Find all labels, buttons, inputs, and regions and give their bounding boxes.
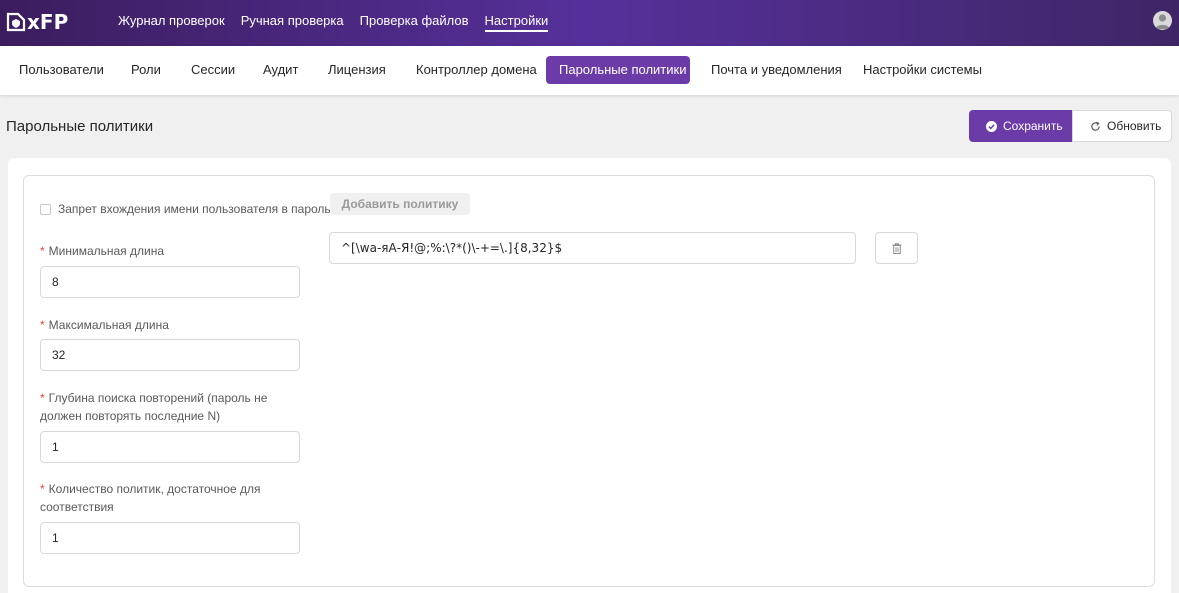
page-title: Парольные политики <box>6 118 154 135</box>
topnav-item-check-log[interactable]: Журнал проверок <box>118 0 225 46</box>
tab-password-policies[interactable]: Парольные политики <box>546 56 690 84</box>
username-ban-checkbox-row[interactable]: Запрет вхождения имени пользователя в па… <box>40 202 331 216</box>
save-button[interactable]: Сохранить <box>969 110 1072 142</box>
topnav-item-manual-check[interactable]: Ручная проверка <box>241 0 344 46</box>
tab-roles[interactable]: Роли <box>131 56 161 84</box>
username-ban-label: Запрет вхождения имени пользователя в па… <box>58 202 331 216</box>
tab-system-settings[interactable]: Настройки системы <box>863 56 982 84</box>
check-circle-icon <box>986 120 997 132</box>
history-depth-label-row: * Глубина поиска повторений (пароль не до… <box>40 389 280 425</box>
tab-domain-controller[interactable]: Контроллер домена <box>416 56 537 84</box>
refresh-button[interactable]: Обновить <box>1072 110 1172 142</box>
user-avatar[interactable] <box>1153 11 1172 30</box>
username-ban-checkbox[interactable] <box>40 203 51 215</box>
refresh-icon <box>1090 121 1101 132</box>
tab-license[interactable]: Лицензия <box>328 56 386 84</box>
min-length-label: Минимальная длина <box>48 244 165 258</box>
tab-audit[interactable]: Аудит <box>263 56 298 84</box>
tab-users[interactable]: Пользователи <box>19 56 104 84</box>
app-logo[interactable]: xFP <box>6 11 68 33</box>
topnav-item-file-check[interactable]: Проверка файлов <box>360 0 469 46</box>
policies-count-input[interactable]: 1 <box>40 522 300 554</box>
settings-tabs: Пользователи Роли Сессии Аудит Лицензия … <box>0 46 1179 95</box>
user-icon <box>1155 14 1170 29</box>
logo-text: xFP <box>27 10 69 34</box>
tab-mail-notifications[interactable]: Почта и уведомления <box>711 56 842 84</box>
required-mark: * <box>40 244 45 258</box>
save-button-label: Сохранить <box>1003 119 1063 133</box>
min-length-label-row: * Минимальная длина <box>40 242 290 260</box>
required-mark: * <box>40 318 45 332</box>
tab-sessions[interactable]: Сессии <box>191 56 235 84</box>
policies-count-label-row: * Количество политик, достаточное для соо… <box>40 480 280 516</box>
history-depth-input[interactable]: 1 <box>40 431 300 463</box>
policies-count-label: Количество политик, достаточное для соот… <box>40 482 261 514</box>
min-length-input[interactable]: 8 <box>40 266 300 298</box>
delete-policy-button[interactable] <box>875 232 918 264</box>
refresh-button-label: Обновить <box>1107 119 1162 133</box>
trash-icon <box>892 242 901 254</box>
add-policy-button[interactable]: Добавить политику <box>330 193 470 215</box>
topnav-item-settings[interactable]: Настройки <box>484 0 548 46</box>
policy-regex-input[interactable]: ^[\wа-яА-Я!@;%:\?*()\-+=\.]{8,32}$ <box>329 232 856 264</box>
top-bar: xFP Журнал проверок Ручная проверка Пров… <box>0 0 1179 46</box>
max-length-input[interactable]: 32 <box>40 339 300 371</box>
required-mark: * <box>40 391 45 405</box>
history-depth-label: Глубина поиска повторений (пароль не дол… <box>40 391 268 423</box>
shield-document-icon <box>6 12 26 32</box>
max-length-label-row: * Максимальная длина <box>40 316 290 334</box>
max-length-label: Максимальная длина <box>48 318 169 332</box>
required-mark: * <box>40 482 45 496</box>
top-navigation: Журнал проверок Ручная проверка Проверка… <box>118 0 564 46</box>
